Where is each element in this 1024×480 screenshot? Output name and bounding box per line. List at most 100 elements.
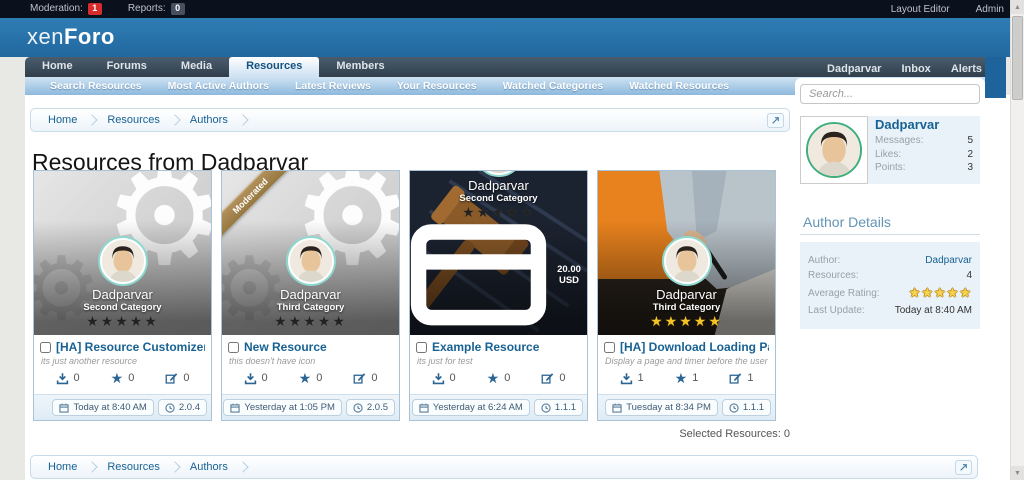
search-input[interactable] [800,84,980,104]
star-icon: ★ [299,371,312,385]
resource-card-image[interactable]: Moderated ⚙ ⚙ Dadparvar Third Category ★… [222,171,399,335]
calendar-icon [230,403,240,413]
author-avatar[interactable] [288,238,334,284]
share-page-button[interactable] [955,460,972,475]
download-icon [620,372,633,385]
reports-count-badge: 0 [171,3,185,15]
points-count[interactable]: 3 [967,161,973,175]
resource-card-image[interactable]: Dadparvar Second Category ★★★★★ 20.00 US… [410,171,587,335]
resource-tagline: its just for test [417,356,581,366]
xenforo-logo[interactable]: xenForo [27,24,115,50]
resource-grid: ⚙ ⚙ Dadparvar Second Category ★★★★★ [HA]… [33,170,776,421]
breadcrumb-resources[interactable]: Resources [94,461,173,473]
resource-card-info: [HA] Resource Customizer its just anothe… [34,335,211,394]
review-count: 0 [165,371,189,385]
resources-count-row: Resources: 4 [808,270,972,281]
resource-category[interactable]: Third Category [598,302,775,313]
account-link[interactable]: Dadparvar [817,60,891,75]
search-panel [795,78,985,108]
resource-card-image[interactable]: ⚙ ⚙ Dadparvar Second Category ★★★★★ [34,171,211,335]
resource-author-name[interactable]: Dadparvar [598,287,775,302]
resource-title-link[interactable]: New Resource [244,340,327,354]
tab-members[interactable]: Members [319,57,401,77]
admin-toolbar: Moderation: 1 Reports: 0 Layout Editor A… [0,0,1024,18]
scroll-down-button[interactable]: ▼ [1011,466,1024,480]
clock-icon [729,403,739,413]
resource-image-overlay: Dadparvar Third Category ★★★★★ [222,238,399,330]
resource-category[interactable]: Third Category [222,302,399,313]
sidebar-avatar[interactable] [800,116,868,184]
resource-title-link[interactable]: [HA] Download Loading Page [620,340,769,354]
breadcrumb-home[interactable]: Home [35,461,90,473]
breadcrumb-authors[interactable]: Authors [177,461,241,473]
subnav-your-resources[interactable]: Your Resources [384,80,490,92]
subnav-watched-categories[interactable]: Watched Categories [490,80,617,92]
sidebar: Dadparvar Messages: 5 Likes: 2 Points: 3… [795,78,985,329]
download-count: 0 [244,371,268,385]
resource-category[interactable]: Second Category [410,193,587,204]
breadcrumb-resources[interactable]: Resources [94,114,173,126]
admin-link[interactable]: Admin [976,4,1004,15]
resource-date: Yesterday at 1:05 PM [223,399,341,416]
likes-count[interactable]: 2 [967,148,973,162]
tab-resources[interactable]: Resources [229,57,319,77]
resource-title-link[interactable]: Example Resource [432,340,539,354]
breadcrumb-home[interactable]: Home [35,114,90,126]
breadcrumb: Home Resources Authors [30,108,790,132]
clock-icon [541,403,551,413]
resource-select-checkbox[interactable] [228,342,239,353]
review-count: 0 [541,371,565,385]
messages-count[interactable]: 5 [967,134,973,148]
sidebar-username-link[interactable]: Dadparvar [875,117,973,132]
resource-author-name[interactable]: Dadparvar [34,287,211,302]
resource-tagline: Display a page and timer before the user… [605,356,769,366]
resource-card-image[interactable]: Dadparvar Third Category ★★★★★ [598,171,775,335]
resource-author-name[interactable]: Dadparvar [410,178,587,193]
tab-media[interactable]: Media [164,57,229,77]
tab-forums[interactable]: Forums [90,57,164,77]
author-avatar[interactable] [100,238,146,284]
resource-rating-stars: ★★★★★ [410,204,587,221]
resource-card-info: [HA] Download Loading Page Display a pag… [598,335,775,394]
resource-select-checkbox[interactable] [416,342,427,353]
breadcrumb-authors[interactable]: Authors [177,114,241,126]
rating-count: ★ 1 [675,371,699,385]
author-avatar[interactable] [476,171,522,175]
resource-category[interactable]: Second Category [34,302,211,313]
resource-select-checkbox[interactable] [40,342,51,353]
share-page-button[interactable] [767,113,784,128]
moderation-link[interactable]: Moderation: 1 [30,3,102,15]
moderation-label: Moderation: [30,3,83,14]
author-name-link[interactable]: Dadparvar [925,255,972,266]
subnav-most-active-authors[interactable]: Most Active Authors [155,80,282,92]
scrollbar-thumb[interactable] [1012,16,1023,100]
author-avatar[interactable] [664,238,710,284]
resource-title-link[interactable]: [HA] Resource Customizer [56,340,205,354]
download-icon [432,372,445,385]
resource-card: Dadparvar Third Category ★★★★★ [HA] Down… [597,170,776,421]
resource-tagline: this doesn't have icon [229,356,393,366]
last-update-row: Last Update: Today at 8:40 AM [808,305,972,316]
rating-count: ★ 0 [299,371,323,385]
inbox-link[interactable]: Inbox [891,60,940,75]
author-details-panel: Author Details Author: Dadparvar Resourc… [800,214,980,329]
download-count: 0 [432,371,456,385]
resource-author-name[interactable]: Dadparvar [222,287,399,302]
rating-count: ★ 0 [487,371,511,385]
resource-select-checkbox[interactable] [604,342,615,353]
share-arrow-icon [959,463,968,472]
scroll-up-button[interactable]: ▲ [1011,0,1024,14]
resource-image-overlay: Dadparvar Second Category ★★★★★ 20.00 US… [410,171,587,330]
tab-home[interactable]: Home [25,57,90,77]
subnav-watched-resources[interactable]: Watched Resources [616,80,742,92]
subnav-latest-reviews[interactable]: Latest Reviews [282,80,384,92]
rating-count: ★ 0 [111,371,135,385]
clock-icon [165,403,175,413]
vertical-scrollbar: ▲ ▼ [1010,0,1024,480]
reports-link[interactable]: Reports: 0 [128,3,185,15]
subnav-search-resources[interactable]: Search Resources [37,80,155,92]
reports-label: Reports: [128,3,166,14]
resource-version: 1.1.1 [534,399,583,416]
resource-rating-stars: ★★★★★ [34,313,211,330]
layout-editor-link[interactable]: Layout Editor [891,4,950,15]
